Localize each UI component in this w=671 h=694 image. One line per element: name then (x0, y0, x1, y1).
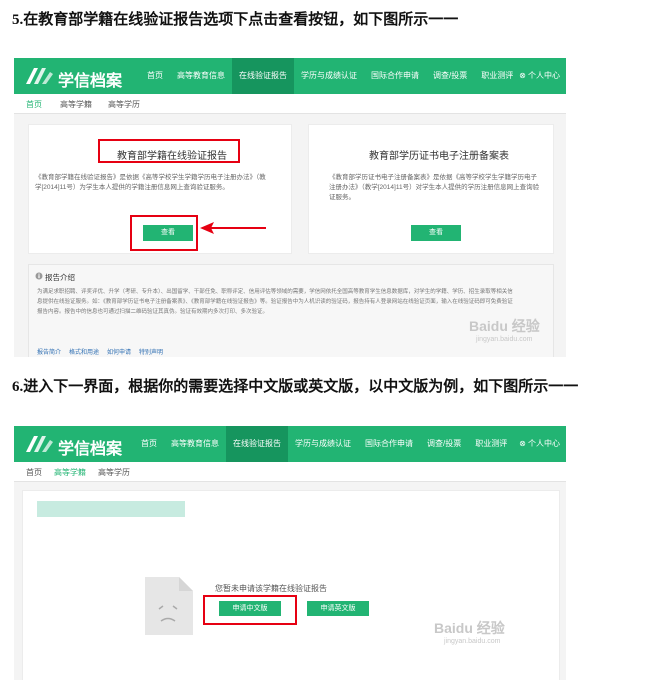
card-desc-enrollment: 《教育部学籍在线验证报告》是依据《高等学校学生学籍学历电子注册办法》（教学[20… (35, 174, 266, 191)
user-center-link[interactable]: ⊗ 个人中心 (519, 438, 560, 449)
info-icon (35, 272, 43, 280)
step-5-heading: 5.在教育部学籍在线验证报告选项下点击查看按钮，如下图所示一一 (12, 12, 459, 28)
intro-text: 为满足求职招聘、评奖评优、升学（考研、专升本）、出国留学、干部任免、职称评定、信… (37, 289, 513, 315)
empty-message: 您暂未申请该学籍在线验证报告 (215, 584, 327, 593)
sub-nav: 首页 高等学籍 高等学历 (14, 462, 566, 482)
intro-link[interactable]: 特别声明 (139, 350, 163, 356)
intro-link[interactable]: 格式和用途 (69, 350, 99, 356)
nav-home[interactable]: 首页 (134, 426, 164, 462)
nav-survey[interactable]: 调查/投票 (420, 426, 468, 462)
brand-name: 学信档案 (58, 441, 123, 458)
card-degree-record: 教育部学历证书电子注册备案表 《教育部学历证书电子注册备案表》是依据《高等学校学… (308, 124, 554, 254)
brand-logo-icon (26, 68, 53, 84)
screenshot-2: 学信档案 首页 高等教育信息 在线验证报告 学历与成绩认证 国际合作申请 调查/… (14, 426, 566, 680)
nav-online-report[interactable]: 在线验证报告 (232, 58, 294, 94)
nav-higher-education[interactable]: 高等教育信息 (170, 58, 232, 94)
watermark-url: jingyan.baidu.com (476, 336, 533, 343)
card-desc-degree: 《教育部学历证书电子注册备案表》是依据《高等学校学生学籍学历电子注册办法》（教学… (329, 174, 540, 201)
subtab-enrollment[interactable]: 高等学籍 (60, 99, 92, 110)
intro-link[interactable]: 如何申请 (107, 350, 131, 356)
watermark: Baidu 经验 (469, 318, 540, 334)
watermark-url: jingyan.baidu.com (444, 638, 501, 645)
nav-online-report[interactable]: 在线验证报告 (226, 426, 288, 462)
watermark: Baidu 经验 (434, 620, 505, 636)
top-nav-bar: 学信档案 首页 高等教育信息 在线验证报告 学历与成绩认证 国际合作申请 调查/… (14, 58, 566, 94)
sub-nav: 首页 高等学籍 高等学历 (14, 94, 566, 114)
nav-international[interactable]: 国际合作申请 (364, 58, 426, 94)
apply-english-button[interactable]: 申请英文版 (307, 601, 369, 616)
brand-logo-icon (26, 436, 53, 452)
step-6-heading: 6.进入下一界面，根据你的需要选择中文版或英文版，以中文版为例，如下图所示一一 (12, 379, 579, 395)
red-arrow-icon (200, 222, 266, 234)
intro-title: 报告介绍 (45, 273, 75, 282)
blurred-tab-placeholder (37, 501, 185, 517)
main-menu: 首页 高等教育信息 在线验证报告 学历与成绩认证 国际合作申请 调查/投票 职业… (140, 58, 520, 94)
subtab-degree[interactable]: 高等学历 (98, 467, 130, 478)
main-menu: 首页 高等教育信息 在线验证报告 学历与成绩认证 国际合作申请 调查/投票 职业… (134, 426, 514, 462)
view-degree-button[interactable]: 查看 (411, 225, 461, 241)
nav-survey[interactable]: 调查/投票 (426, 58, 474, 94)
subtab-home[interactable]: 首页 (26, 99, 42, 110)
empty-document-icon (145, 577, 193, 635)
report-intro-panel: 报告介绍 为满足求职招聘、评奖评优、升学（考研、专升本）、出国留学、干部任免、职… (28, 264, 554, 357)
nav-career-test[interactable]: 职业测评 (474, 58, 520, 94)
subtab-degree[interactable]: 高等学历 (108, 99, 140, 110)
nav-certification[interactable]: 学历与成绩认证 (288, 426, 358, 462)
nav-certification[interactable]: 学历与成绩认证 (294, 58, 364, 94)
nav-career-test[interactable]: 职业测评 (468, 426, 514, 462)
highlight-view-button-box (130, 215, 198, 251)
card-title-degree: 教育部学历证书电子注册备案表 (369, 151, 509, 162)
highlight-title-box (98, 139, 240, 163)
subtab-enrollment[interactable]: 高等学籍 (54, 467, 86, 478)
nav-international[interactable]: 国际合作申请 (358, 426, 420, 462)
subtab-home[interactable]: 首页 (26, 467, 42, 478)
top-nav-bar: 学信档案 首页 高等教育信息 在线验证报告 学历与成绩认证 国际合作申请 调查/… (14, 426, 566, 462)
intro-links: 报告简介 格式和用途 如何申请 特别声明 (37, 347, 171, 356)
highlight-chinese-button-box (203, 595, 297, 625)
report-panel: 您暂未申请该学籍在线验证报告 申请中文版 申请英文版 (22, 490, 560, 680)
nav-home[interactable]: 首页 (140, 58, 170, 94)
nav-higher-education[interactable]: 高等教育信息 (164, 426, 226, 462)
screenshot-1: 学信档案 首页 高等教育信息 在线验证报告 学历与成绩认证 国际合作申请 调查/… (14, 58, 566, 357)
user-center-link[interactable]: ⊗ 个人中心 (519, 70, 560, 81)
intro-link[interactable]: 报告简介 (37, 350, 61, 356)
brand-name: 学信档案 (58, 73, 123, 90)
